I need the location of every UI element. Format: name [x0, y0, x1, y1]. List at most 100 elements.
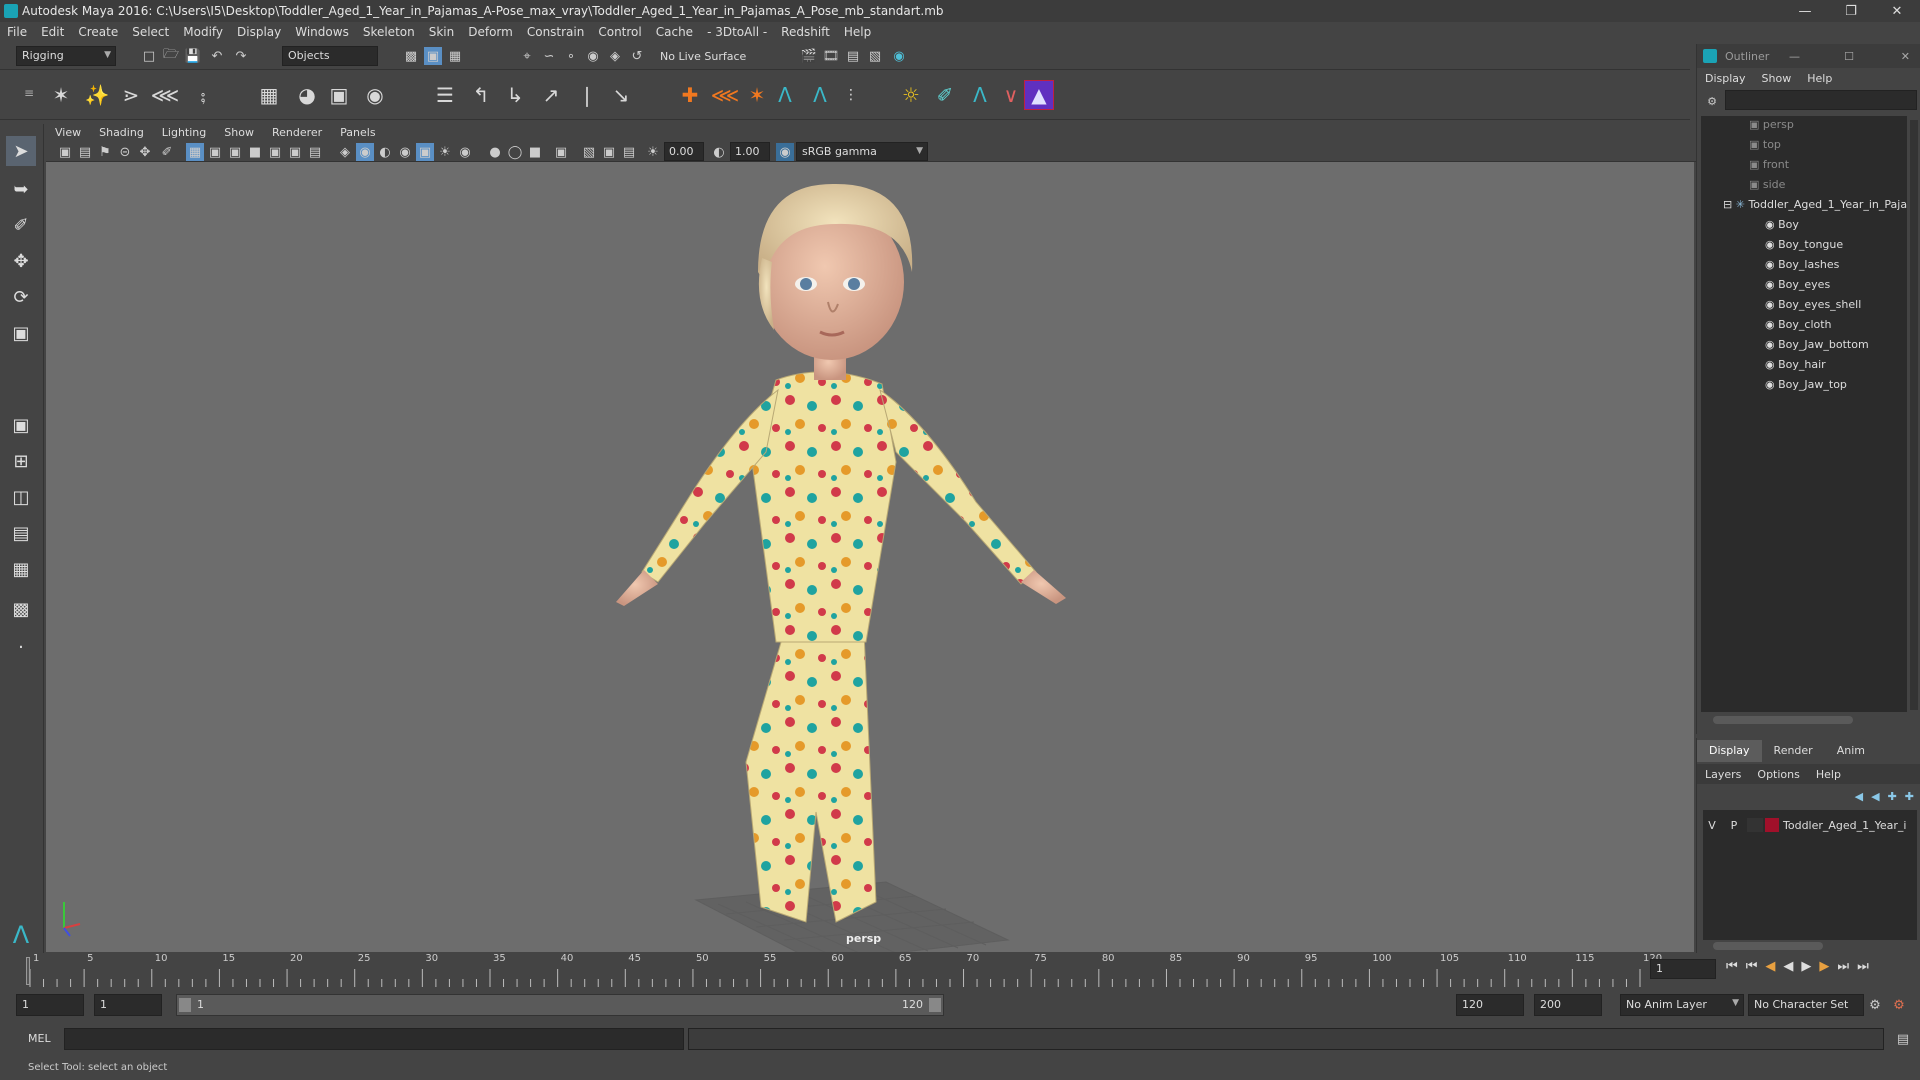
vp-menu-shading[interactable]: Shading — [90, 126, 153, 139]
image-plane-icon[interactable]: ⊝ — [116, 143, 134, 161]
save-scene-icon[interactable]: 💾 — [184, 47, 202, 65]
paint-tool-icon[interactable]: ✐ — [930, 80, 960, 110]
lasso-tool-icon[interactable]: ➥ — [6, 174, 36, 204]
menu-deform[interactable]: Deform — [461, 25, 520, 39]
outliner-pane-icon[interactable]: ▤ — [6, 518, 36, 548]
play-forward-icon[interactable]: ▶ — [1801, 959, 1811, 974]
aim-constraint-icon[interactable]: ↰ — [466, 80, 496, 110]
close-icon[interactable]: ✕ — [1901, 50, 1910, 63]
smooth-shade-icon[interactable]: ◉ — [356, 143, 374, 161]
layer-color-swatch[interactable] — [1765, 818, 1779, 832]
range-slider[interactable]: 1 120 — [176, 994, 944, 1016]
paint-weights-icon[interactable]: ◕ — [292, 80, 322, 110]
grid-icon[interactable]: ▦ — [186, 143, 204, 161]
xray-components-icon[interactable]: ▤ — [620, 143, 638, 161]
snap-view-icon[interactable]: ◉ — [584, 47, 602, 65]
maya-3dtoall-2-icon[interactable]: Λ — [805, 80, 835, 110]
menu-help[interactable]: Help — [837, 25, 878, 39]
go-start-icon[interactable]: ⏮ — [1726, 959, 1738, 974]
menu-create[interactable]: Create — [71, 25, 125, 39]
orient-joint-icon[interactable]: ⋘ — [150, 80, 180, 110]
maya-3dtoall-icon[interactable]: Λ — [770, 80, 800, 110]
script-editor-icon[interactable]: ▤ — [1894, 1030, 1912, 1048]
layer-visibility-toggle[interactable]: V — [1703, 819, 1721, 832]
anim-prefs-icon[interactable]: ⚙ — [1890, 996, 1908, 1014]
outliner-item-top[interactable]: ▣ top — [1749, 138, 1781, 151]
current-frame-marker[interactable] — [26, 957, 30, 985]
vp-menu-show[interactable]: Show — [215, 126, 263, 139]
move-layer-up-icon[interactable]: ◀ — [1855, 790, 1863, 803]
mirror-joint-icon[interactable]: ⋗ — [116, 80, 146, 110]
dof-icon[interactable]: ■ — [526, 143, 544, 161]
hypershade-icon[interactable]: ◉ — [890, 47, 908, 65]
snap-point-icon[interactable]: ∘ — [562, 47, 580, 65]
orient-constraint-icon[interactable]: ↳ — [500, 80, 530, 110]
menu-display[interactable]: Display — [230, 25, 288, 39]
outliner-item-front[interactable]: ▣ front — [1749, 158, 1789, 171]
range-start-handle[interactable] — [179, 998, 191, 1012]
outliner-menu-show[interactable]: Show — [1754, 72, 1800, 85]
step-back-icon[interactable]: ◀ — [1765, 959, 1775, 974]
vp-menu-view[interactable]: View — [46, 126, 90, 139]
scale-tool-icon[interactable]: ▣ — [6, 318, 36, 348]
color-mgmt-icon[interactable]: ◉ — [776, 143, 794, 161]
safe-action-icon[interactable]: ▣ — [286, 143, 304, 161]
select-hierarchy-icon[interactable]: ▩ — [402, 47, 420, 65]
outliner-item-boy-cloth[interactable]: ◉ Boy_cloth — [1765, 318, 1832, 331]
minimize-icon[interactable]: — — [1789, 50, 1800, 63]
outliner-item-boy-tongue[interactable]: ◉ Boy_tongue — [1765, 238, 1843, 251]
anim-end-field[interactable]: 200 — [1534, 994, 1602, 1016]
close-icon[interactable]: ✕ — [1874, 0, 1920, 22]
select-tool-icon[interactable]: ➤ — [6, 136, 36, 166]
menu-set-dropdown[interactable]: Rigging ▼ — [16, 46, 116, 66]
outliner-item-boy-jaw-bottom[interactable]: ◉ Boy_Jaw_bottom — [1765, 338, 1869, 351]
outliner-h-scrollbar[interactable] — [1713, 716, 1853, 724]
scale-constraint-icon[interactable]: ↗ — [536, 80, 566, 110]
hik-icon[interactable]: ✶ — [742, 80, 772, 110]
vp-menu-renderer[interactable]: Renderer — [263, 126, 331, 139]
shadows-icon[interactable]: ☀ — [436, 143, 454, 161]
parent-constraint-icon[interactable]: ❘ — [572, 80, 602, 110]
layer-name[interactable]: Toddler_Aged_1_Year_i — [1783, 819, 1907, 832]
redo-icon[interactable]: ↷ — [232, 47, 250, 65]
camera-select-icon[interactable]: ▣ — [56, 143, 74, 161]
sweep-icon[interactable]: ∨ — [996, 80, 1026, 110]
exposure-field[interactable]: 0.00 — [664, 142, 704, 161]
new-scene-icon[interactable]: □ — [140, 47, 158, 65]
open-scene-icon[interactable]: 🗁 — [162, 47, 180, 65]
menu-windows[interactable]: Windows — [288, 25, 356, 39]
character-set-dropdown[interactable]: No Character Set — [1748, 994, 1864, 1016]
step-forward-key-icon[interactable]: ⏭ — [1837, 959, 1849, 974]
perspective-viewport[interactable]: persp — [46, 162, 1694, 952]
shelf-options-icon[interactable]: ⋮ — [836, 80, 866, 110]
cmd-language-label[interactable]: MEL — [28, 1032, 51, 1045]
xray-icon[interactable]: ▧ — [580, 143, 598, 161]
playback-end-field[interactable]: 120 — [1456, 994, 1524, 1016]
point-constraint-icon[interactable]: ☰ — [430, 80, 460, 110]
current-frame-field[interactable]: 1 — [1650, 959, 1716, 979]
menu-skeleton[interactable]: Skeleton — [356, 25, 422, 39]
select-object-icon[interactable]: ▣ — [424, 47, 442, 65]
select-component-icon[interactable]: ▦ — [446, 47, 464, 65]
shader-icon[interactable]: ☼ — [896, 80, 926, 110]
outliner-item-persp[interactable]: ▣ persp — [1749, 118, 1794, 131]
anim-layer-dropdown[interactable]: No Anim Layer ▼ — [1620, 994, 1744, 1016]
ipr-render-icon[interactable]: ▤ — [844, 47, 862, 65]
paint-select-icon[interactable]: ✐ — [6, 210, 36, 240]
snap-curve-icon[interactable]: ∽ — [540, 47, 558, 65]
render-seq-icon[interactable]: 🎞 — [822, 47, 840, 65]
safe-title-icon[interactable]: ▤ — [306, 143, 324, 161]
four-pane-icon[interactable]: ⊞ — [6, 446, 36, 476]
more-panes-icon[interactable]: · — [6, 632, 36, 662]
anim-start-field[interactable]: 1 — [16, 994, 84, 1016]
2d-pan-icon[interactable]: ✥ — [136, 143, 154, 161]
exposure-icon[interactable]: ☀ — [644, 143, 662, 161]
use-all-lights-icon[interactable]: ▣ — [416, 143, 434, 161]
maximize-icon[interactable]: ☐ — [1844, 50, 1854, 63]
isolate-select-icon[interactable]: ▣ — [552, 143, 570, 161]
film-gate-icon[interactable]: ▣ — [206, 143, 224, 161]
ambient-occlusion-icon[interactable]: ◉ — [456, 143, 474, 161]
outliner-item-boy[interactable]: ◉ Boy — [1765, 218, 1799, 231]
layer-playback-toggle[interactable]: P — [1725, 819, 1743, 832]
vp-menu-lighting[interactable]: Lighting — [153, 126, 215, 139]
